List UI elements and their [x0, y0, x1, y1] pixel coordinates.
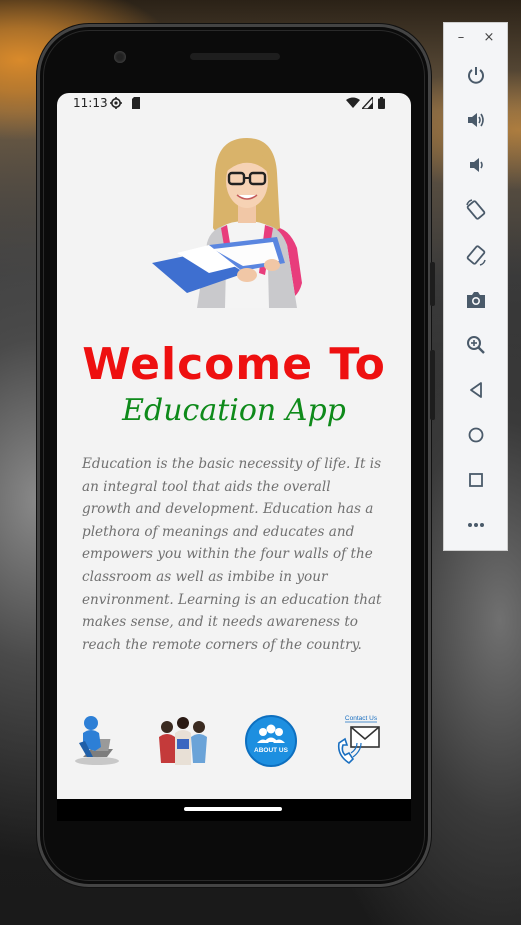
student-with-book-illustration [152, 138, 302, 308]
status-time: 11:13 [73, 96, 108, 110]
volume-up-icon[interactable] [461, 105, 491, 135]
power-icon[interactable] [461, 60, 491, 90]
contact-us-label: Contact Us [345, 715, 378, 722]
home-gesture-handle[interactable] [184, 807, 282, 811]
phone-volume-button [430, 350, 435, 420]
rotate-right-icon[interactable] [461, 240, 491, 270]
welcome-title: Welcome To [82, 339, 386, 390]
education-description: Education is the basic necessity of life… [82, 456, 382, 653]
minimize-icon[interactable]: – [454, 31, 468, 45]
gesture-nav-bar [57, 799, 411, 821]
app-name-title: Education App [122, 393, 346, 428]
emulator-control-panel: – × [443, 22, 508, 551]
home-icon[interactable] [461, 420, 491, 450]
settings-icon [110, 97, 122, 109]
wifi-icon [346, 97, 360, 108]
back-icon[interactable] [461, 375, 491, 405]
rotate-left-icon[interactable] [461, 195, 491, 225]
camera-icon[interactable] [461, 285, 491, 315]
zoom-icon[interactable] [461, 330, 491, 360]
overview-icon[interactable] [461, 465, 491, 495]
earpiece-speaker [190, 53, 280, 60]
status-bar: 11:13 [57, 93, 411, 115]
volume-down-icon[interactable] [461, 150, 491, 180]
phone-screen: 11:13 Welcome To Education App Education… [57, 93, 411, 799]
battery-icon [378, 97, 385, 109]
phone-power-button [430, 262, 435, 306]
sd-card-icon [132, 97, 140, 109]
panel-title-bar: – × [444, 23, 507, 53]
signal-icon [362, 97, 373, 109]
bottom-icon-bar: ABOUT US Contact Us [57, 713, 411, 769]
about-us-icon[interactable]: ABOUT US [243, 713, 299, 769]
contact-us-icon[interactable]: Contact Us [331, 713, 387, 769]
close-icon[interactable]: × [482, 31, 496, 45]
e-learning-icon[interactable] [69, 713, 125, 769]
students-group-icon[interactable] [155, 713, 211, 769]
about-us-label: ABOUT US [254, 747, 289, 754]
front-camera [114, 51, 126, 63]
more-icon[interactable] [461, 510, 491, 540]
